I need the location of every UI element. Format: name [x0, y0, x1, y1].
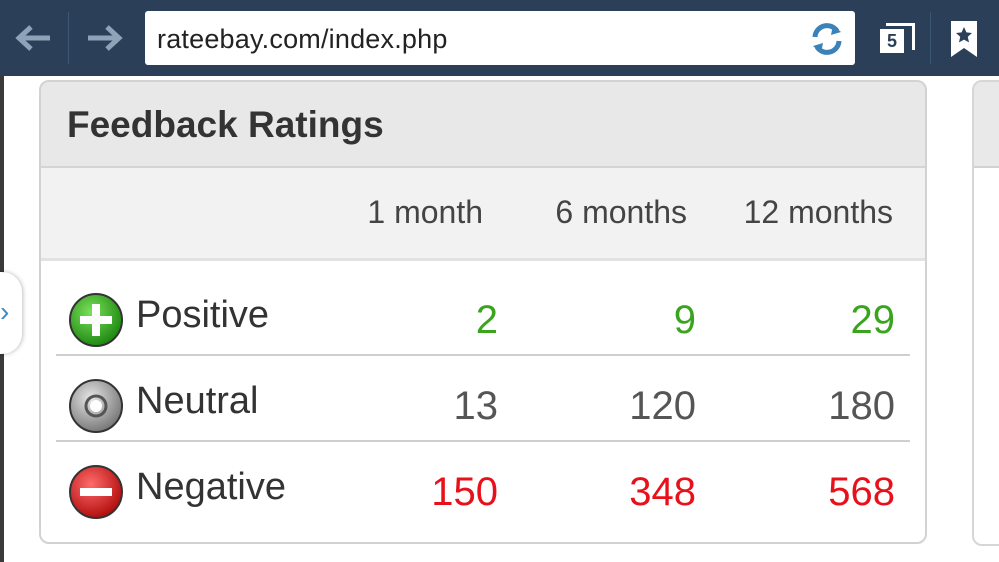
- column-header-row: 1 month 6 months 12 months: [41, 168, 925, 261]
- back-button[interactable]: [4, 10, 64, 66]
- toolbar-separator: [930, 12, 931, 64]
- forward-button[interactable]: [74, 10, 134, 66]
- arrow-left-icon: [15, 25, 50, 51]
- column-header-1-month: 1 month: [367, 194, 483, 230]
- reload-button[interactable]: [807, 19, 847, 59]
- column-header-12-months: 12 months: [743, 194, 893, 230]
- negative-1-month: 150: [431, 470, 498, 514]
- bookmark-star-icon: [951, 21, 977, 57]
- positive-12-months: 29: [850, 298, 896, 342]
- chevron-right-icon: ›: [0, 296, 10, 327]
- address-bar[interactable]: rateebay.com/index.php: [145, 11, 855, 65]
- adjacent-card: [972, 80, 999, 546]
- neutral-12-months: 180: [828, 384, 895, 428]
- positive-6-months: 9: [673, 298, 696, 342]
- row-label-neutral: Neutral: [136, 380, 259, 422]
- neutral-1-month: 13: [453, 384, 499, 428]
- minus-circle-icon: [69, 465, 123, 519]
- table-row-neutral: Neutral 13 120 180: [56, 356, 910, 442]
- table-row-positive: Positive 2 9 29: [56, 270, 910, 356]
- url-text: rateebay.com/index.php: [157, 24, 448, 54]
- plus-circle-icon: [69, 293, 123, 347]
- bookmark-button[interactable]: [942, 14, 986, 64]
- tabs-button[interactable]: 5: [872, 14, 920, 62]
- table-row-negative: Negative 150 348 568: [56, 442, 910, 526]
- card-title: Feedback Ratings: [67, 104, 384, 145]
- column-header-6-months: 6 months: [555, 194, 687, 230]
- refresh-icon: [812, 23, 842, 55]
- row-label-positive: Positive: [136, 294, 270, 336]
- neutral-circle-icon: [69, 379, 123, 433]
- neutral-6-months: 120: [629, 384, 696, 428]
- adjacent-card-header: [974, 82, 999, 168]
- negative-6-months: 348: [629, 470, 696, 514]
- feedback-ratings-card: Feedback Ratings 1 month 6 months 12 mon…: [39, 80, 927, 544]
- tab-count-badge: 5: [880, 29, 904, 53]
- arrow-right-icon: [88, 25, 123, 51]
- toolbar-separator: [68, 12, 69, 64]
- card-header: Feedback Ratings: [41, 82, 925, 168]
- row-label-negative: Negative: [136, 466, 286, 508]
- browser-toolbar: rateebay.com/index.php 5: [0, 0, 999, 76]
- positive-1-month: 2: [475, 298, 498, 342]
- negative-12-months: 568: [828, 470, 895, 514]
- side-panel-handle[interactable]: ›: [0, 272, 22, 354]
